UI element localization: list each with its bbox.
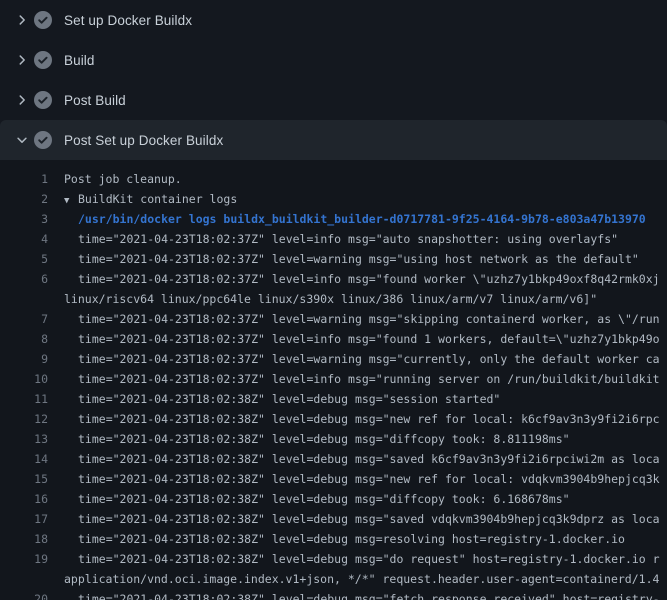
check-circle-icon <box>34 11 52 29</box>
log-line-text: time="2021-04-23T18:02:38Z" level=debug … <box>78 509 660 529</box>
log-line-text: time="2021-04-23T18:02:38Z" level=debug … <box>78 469 660 489</box>
step-label: Post Set up Docker Buildx <box>64 133 223 148</box>
log-line-number[interactable]: 20 <box>0 589 48 600</box>
log-row: 19 time="2021-04-23T18:02:38Z" level=deb… <box>0 549 667 569</box>
step-label: Build <box>64 53 95 68</box>
log-row: application/vnd.oci.image.index.v1+json,… <box>0 569 667 589</box>
log-line-text: time="2021-04-23T18:02:38Z" level=debug … <box>78 549 660 569</box>
log-line-number[interactable]: 8 <box>0 329 48 349</box>
workflow-log-viewer: Set up Docker Buildx Build Post Build Po… <box>0 0 667 600</box>
log-row: 20 time="2021-04-23T18:02:38Z" level=deb… <box>0 589 667 600</box>
log-row: 8 time="2021-04-23T18:02:37Z" level=info… <box>0 329 667 349</box>
step-row-3[interactable]: Post Set up Docker Buildx <box>0 120 667 160</box>
log-line-number[interactable]: 10 <box>0 369 48 389</box>
log-row: 13 time="2021-04-23T18:02:38Z" level=deb… <box>0 429 667 449</box>
log-line-text: time="2021-04-23T18:02:38Z" level=debug … <box>78 389 500 409</box>
step-row-1[interactable]: Build <box>0 40 667 80</box>
log-line-number[interactable]: 15 <box>0 469 48 489</box>
log-row: linux/riscv64 linux/ppc64le linux/s390x … <box>0 289 667 309</box>
log-row: 7 time="2021-04-23T18:02:37Z" level=warn… <box>0 309 667 329</box>
chevron-right-icon[interactable] <box>10 92 34 108</box>
log-row: 3 /usr/bin/docker logs buildx_buildkit_b… <box>0 209 667 229</box>
log-line-number[interactable]: 14 <box>0 449 48 469</box>
log-line-text: time="2021-04-23T18:02:38Z" level=debug … <box>78 489 570 509</box>
step-row-2[interactable]: Post Build <box>0 80 667 120</box>
log-row: 12 time="2021-04-23T18:02:38Z" level=deb… <box>0 409 667 429</box>
group-expander-icon[interactable]: ▼ <box>64 191 78 209</box>
log-line-number[interactable]: 11 <box>0 389 48 409</box>
log-area: 1 Post job cleanup. 2 ▼BuildKit containe… <box>0 160 667 600</box>
steps-list: Set up Docker Buildx Build Post Build Po… <box>0 0 667 160</box>
log-line-text: time="2021-04-23T18:02:37Z" level=info m… <box>78 269 660 289</box>
step-label: Set up Docker Buildx <box>64 13 192 28</box>
log-row: 9 time="2021-04-23T18:02:37Z" level=warn… <box>0 349 667 369</box>
log-row: 11 time="2021-04-23T18:02:38Z" level=deb… <box>0 389 667 409</box>
log-row: 16 time="2021-04-23T18:02:38Z" level=deb… <box>0 489 667 509</box>
log-line-text: time="2021-04-23T18:02:38Z" level=debug … <box>78 589 660 600</box>
chevron-right-icon[interactable] <box>10 52 34 68</box>
log-line-text: time="2021-04-23T18:02:38Z" level=debug … <box>78 529 625 549</box>
log-line-number[interactable]: 13 <box>0 429 48 449</box>
log-row: 14 time="2021-04-23T18:02:38Z" level=deb… <box>0 449 667 469</box>
log-line-number[interactable]: 12 <box>0 409 48 429</box>
log-line-text: time="2021-04-23T18:02:37Z" level=warnin… <box>78 349 660 369</box>
check-circle-icon <box>34 131 52 149</box>
log-row: 4 time="2021-04-23T18:02:37Z" level=info… <box>0 229 667 249</box>
log-line-number[interactable]: 17 <box>0 509 48 529</box>
log-line-number[interactable]: 4 <box>0 229 48 249</box>
log-line-text: time="2021-04-23T18:02:37Z" level=warnin… <box>78 309 660 329</box>
log-line-text: Post job cleanup. <box>64 169 182 189</box>
chevron-right-icon[interactable] <box>10 12 34 28</box>
log-row: 5 time="2021-04-23T18:02:37Z" level=warn… <box>0 249 667 269</box>
log-line-text: time="2021-04-23T18:02:37Z" level=info m… <box>78 229 618 249</box>
log-line-text: time="2021-04-23T18:02:38Z" level=debug … <box>78 429 570 449</box>
group-title[interactable]: BuildKit container logs <box>78 192 237 206</box>
log-line-text: ▼BuildKit container logs <box>64 189 237 209</box>
check-circle-icon <box>34 91 52 109</box>
log-line-number <box>0 289 48 309</box>
log-row: 6 time="2021-04-23T18:02:37Z" level=info… <box>0 269 667 289</box>
log-line-number[interactable]: 1 <box>0 169 48 189</box>
log-line-number[interactable]: 16 <box>0 489 48 509</box>
log-row: 15 time="2021-04-23T18:02:38Z" level=deb… <box>0 469 667 489</box>
log-row: 2 ▼BuildKit container logs <box>0 189 667 209</box>
log-line-text: time="2021-04-23T18:02:38Z" level=debug … <box>78 449 660 469</box>
log-line-number[interactable]: 6 <box>0 269 48 289</box>
chevron-down-icon[interactable] <box>10 132 34 148</box>
log-line-text: time="2021-04-23T18:02:37Z" level=info m… <box>78 329 660 349</box>
step-row-0[interactable]: Set up Docker Buildx <box>0 0 667 40</box>
log-line-text: time="2021-04-23T18:02:38Z" level=debug … <box>78 409 660 429</box>
log-row: 18 time="2021-04-23T18:02:38Z" level=deb… <box>0 529 667 549</box>
log-line-text: time="2021-04-23T18:02:37Z" level=info m… <box>78 369 660 389</box>
log-row: 1 Post job cleanup. <box>0 169 667 189</box>
log-line-number[interactable]: 3 <box>0 209 48 229</box>
log-row: 10 time="2021-04-23T18:02:37Z" level=inf… <box>0 369 667 389</box>
log-line-number[interactable]: 18 <box>0 529 48 549</box>
step-label: Post Build <box>64 93 126 108</box>
log-line-number <box>0 569 48 589</box>
log-line-text: time="2021-04-23T18:02:37Z" level=warnin… <box>78 249 639 269</box>
log-line-number[interactable]: 2 <box>0 189 48 209</box>
log-line-number[interactable]: 9 <box>0 349 48 369</box>
log-line-text: /usr/bin/docker logs buildx_buildkit_bui… <box>78 209 646 229</box>
check-circle-icon <box>34 51 52 69</box>
log-line-number[interactable]: 19 <box>0 549 48 569</box>
log-line-text: application/vnd.oci.image.index.v1+json,… <box>64 569 659 589</box>
log-line-number[interactable]: 7 <box>0 309 48 329</box>
log-line-number[interactable]: 5 <box>0 249 48 269</box>
log-line-text: linux/riscv64 linux/ppc64le linux/s390x … <box>64 289 597 309</box>
log-row: 17 time="2021-04-23T18:02:38Z" level=deb… <box>0 509 667 529</box>
